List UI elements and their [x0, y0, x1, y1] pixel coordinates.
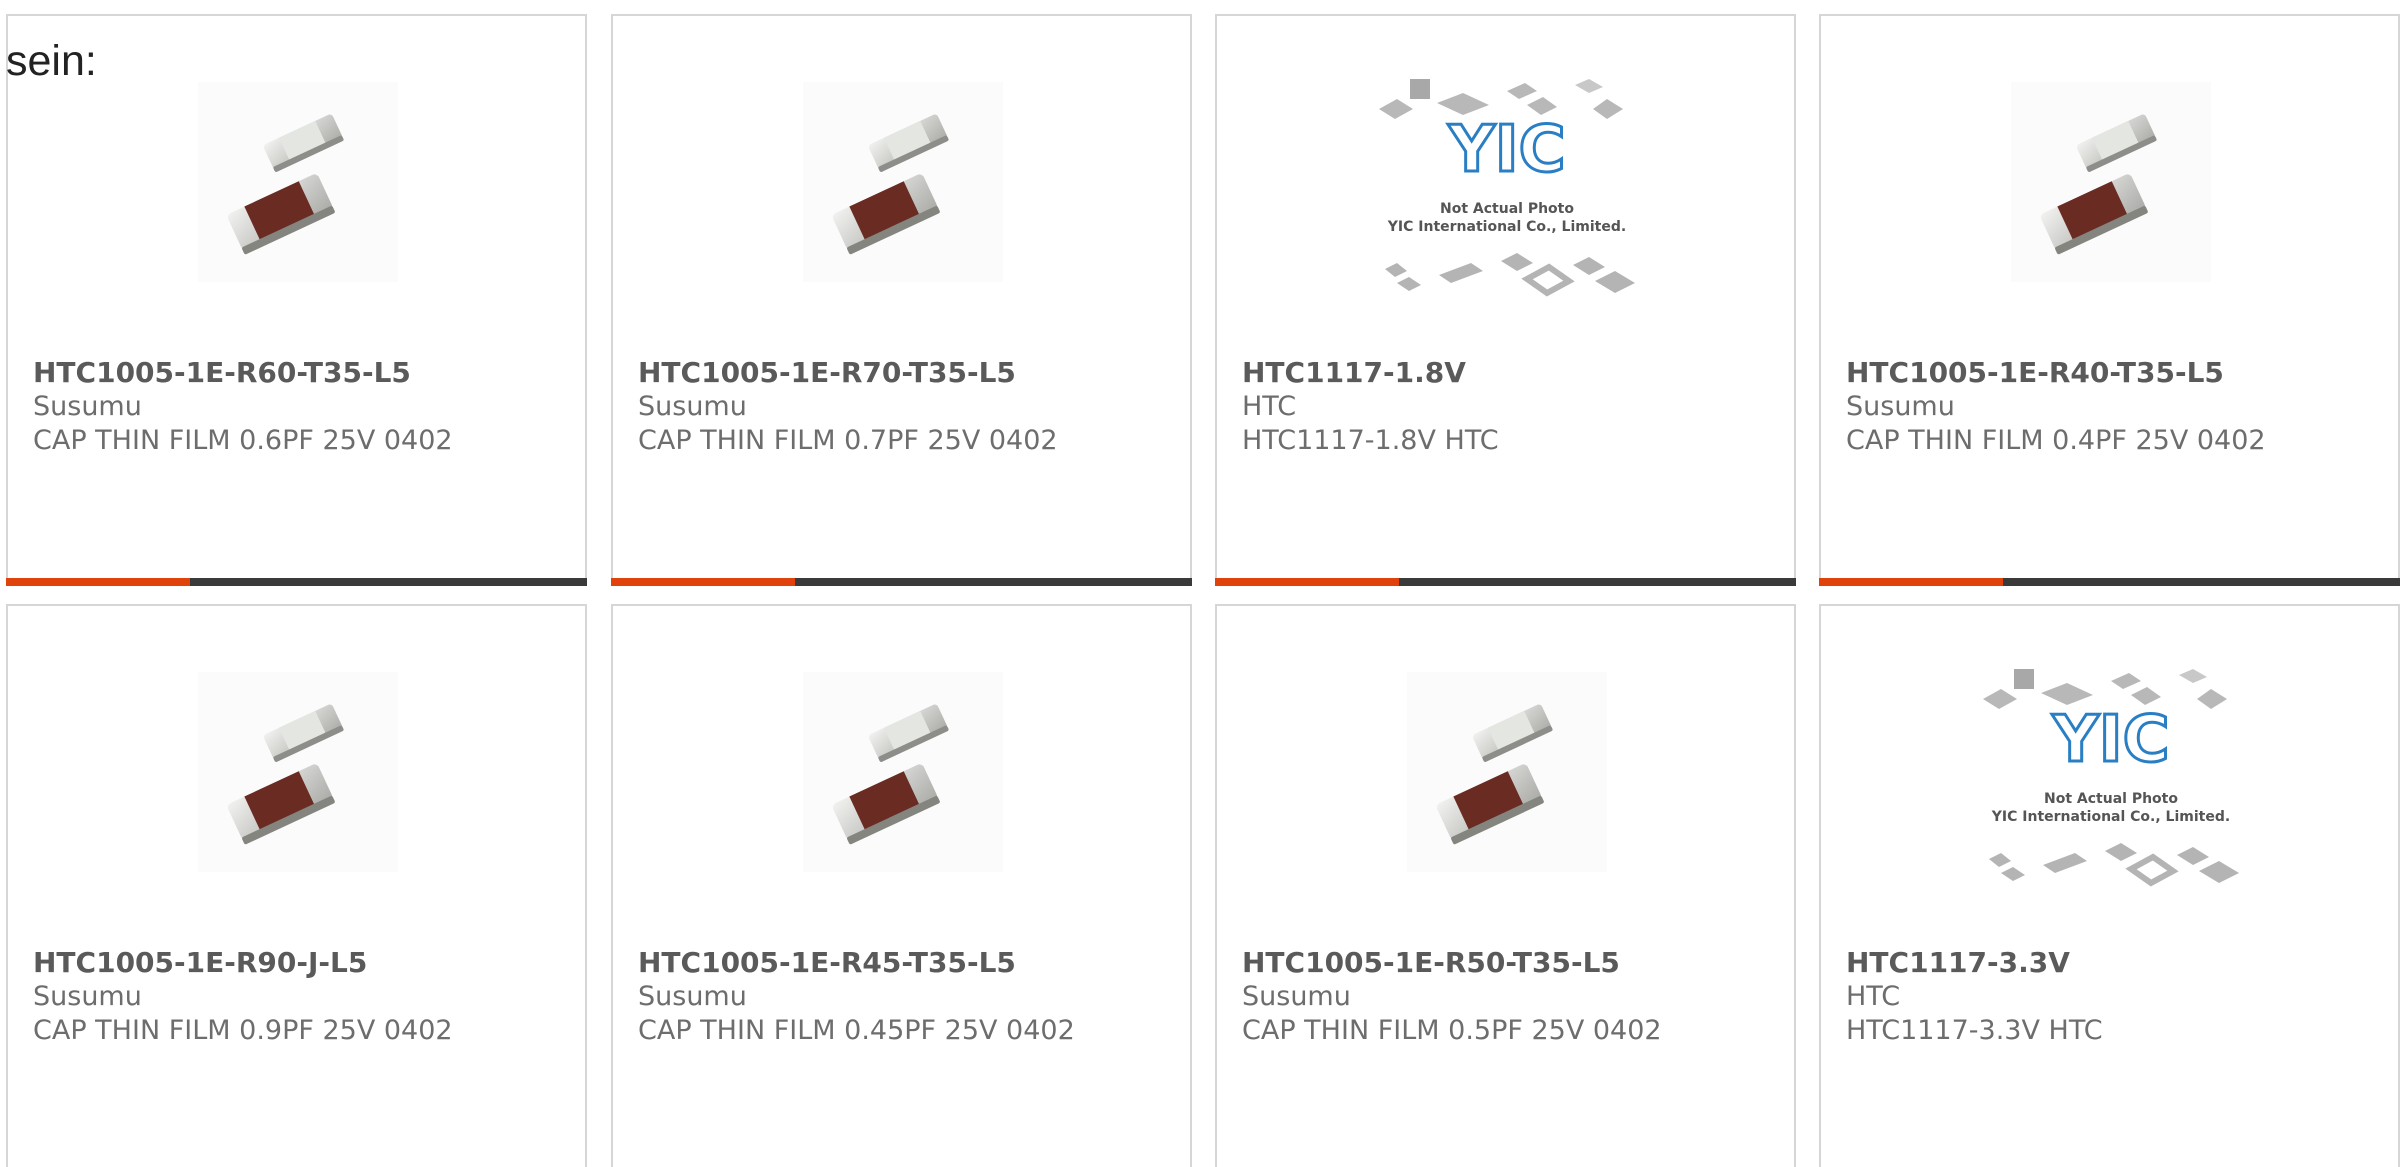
manufacturer: Susumu [638, 391, 747, 422]
product-card[interactable]: HTC1005-1E-R50-T35-L5 Susumu CAP THIN FI… [1215, 604, 1796, 1167]
capacitor-chip-image [803, 672, 1003, 872]
product-card[interactable]: HTC1005-1E-R45-T35-L5 Susumu CAP THIN FI… [611, 604, 1192, 1167]
product-description: HTC1117-3.3V HTC [1846, 1015, 2103, 1046]
capacitor-chip-image [803, 82, 1003, 282]
product-info: HTC1005-1E-R90-J-L5 Susumu CAP THIN FILM… [33, 946, 575, 1048]
card-accent-bar [6, 578, 190, 586]
capacitor-chip-image [1407, 672, 1607, 872]
part-number[interactable]: HTC1005-1E-R90-J-L5 [33, 946, 575, 980]
product-info: HTC1117-3.3V HTC HTC1117-3.3V HTC [1846, 946, 2388, 1048]
product-info: HTC1117-1.8V HTC HTC1117-1.8V HTC [1242, 356, 1784, 458]
image-caption: Not Actual Photo [1440, 201, 1574, 217]
product-description: CAP THIN FILM 0.4PF 25V 0402 [1846, 425, 2266, 456]
card-bottom-bar [1819, 578, 2400, 586]
part-number[interactable]: HTC1005-1E-R60-T35-L5 [33, 356, 575, 390]
manufacturer: Susumu [1846, 391, 1955, 422]
part-number[interactable]: HTC1117-3.3V [1846, 946, 2388, 980]
yic-placeholder-image: YIC Not Actual Photo YIC International C… [1379, 79, 1635, 297]
part-number[interactable]: HTC1117-1.8V [1242, 356, 1784, 390]
card-bottom-bar [6, 578, 587, 586]
product-card[interactable]: YIC Not Actual Photo YIC International C… [1819, 604, 2400, 1167]
card-accent-bar [611, 578, 795, 586]
product-info: HTC1005-1E-R50-T35-L5 Susumu CAP THIN FI… [1242, 946, 1784, 1048]
yic-logo: YIC [1447, 113, 1565, 187]
manufacturer: Susumu [33, 981, 142, 1012]
product-description: CAP THIN FILM 0.5PF 25V 0402 [1242, 1015, 1662, 1046]
product-description: CAP THIN FILM 0.6PF 25V 0402 [33, 425, 453, 456]
card-accent-bar [1819, 578, 2003, 586]
product-info: HTC1005-1E-R60-T35-L5 Susumu CAP THIN FI… [33, 356, 575, 458]
image-caption: Not Actual Photo [2044, 791, 2178, 807]
intro-text: sein: [6, 37, 97, 85]
image-caption: YIC International Co., Limited. [1991, 809, 2230, 825]
image-caption: YIC International Co., Limited. [1387, 219, 1626, 235]
manufacturer: Susumu [1242, 981, 1351, 1012]
product-card[interactable]: HTC1005-1E-R70-T35-L5 Susumu CAP THIN FI… [611, 14, 1192, 586]
manufacturer: Susumu [638, 981, 747, 1012]
part-number[interactable]: HTC1005-1E-R50-T35-L5 [1242, 946, 1784, 980]
card-accent-bar [1215, 578, 1399, 586]
product-description: HTC1117-1.8V HTC [1242, 425, 1499, 456]
card-bottom-bar [611, 578, 1192, 586]
product-info: HTC1005-1E-R45-T35-L5 Susumu CAP THIN FI… [638, 946, 1180, 1048]
product-card[interactable]: HTC1005-1E-R60-T35-L5 Susumu CAP THIN FI… [6, 14, 587, 586]
product-card[interactable]: HTC1005-1E-R40-T35-L5 Susumu CAP THIN FI… [1819, 14, 2400, 586]
product-card[interactable]: HTC1005-1E-R90-J-L5 Susumu CAP THIN FILM… [6, 604, 587, 1167]
product-info: HTC1005-1E-R70-T35-L5 Susumu CAP THIN FI… [638, 356, 1180, 458]
card-bottom-bar [1215, 578, 1796, 586]
product-card[interactable]: YIC Not Actual Photo YIC International C… [1215, 14, 1796, 586]
capacitor-chip-image [198, 82, 398, 282]
product-description: CAP THIN FILM 0.45PF 25V 0402 [638, 1015, 1075, 1046]
product-grid-page: sein: HTC1005-1E-R60-T35-L5 Susumu CAP T… [0, 0, 2400, 1167]
manufacturer: Susumu [33, 391, 142, 422]
capacitor-chip-image [2011, 82, 2211, 282]
part-number[interactable]: HTC1005-1E-R45-T35-L5 [638, 946, 1180, 980]
capacitor-chip-image [198, 672, 398, 872]
yic-placeholder-image: YIC Not Actual Photo YIC International C… [1983, 669, 2239, 887]
product-info: HTC1005-1E-R40-T35-L5 Susumu CAP THIN FI… [1846, 356, 2388, 458]
manufacturer: HTC [1846, 981, 1901, 1012]
product-description: CAP THIN FILM 0.9PF 25V 0402 [33, 1015, 453, 1046]
part-number[interactable]: HTC1005-1E-R70-T35-L5 [638, 356, 1180, 390]
product-description: CAP THIN FILM 0.7PF 25V 0402 [638, 425, 1058, 456]
part-number[interactable]: HTC1005-1E-R40-T35-L5 [1846, 356, 2388, 390]
manufacturer: HTC [1242, 391, 1297, 422]
yic-logo: YIC [2051, 703, 2169, 777]
